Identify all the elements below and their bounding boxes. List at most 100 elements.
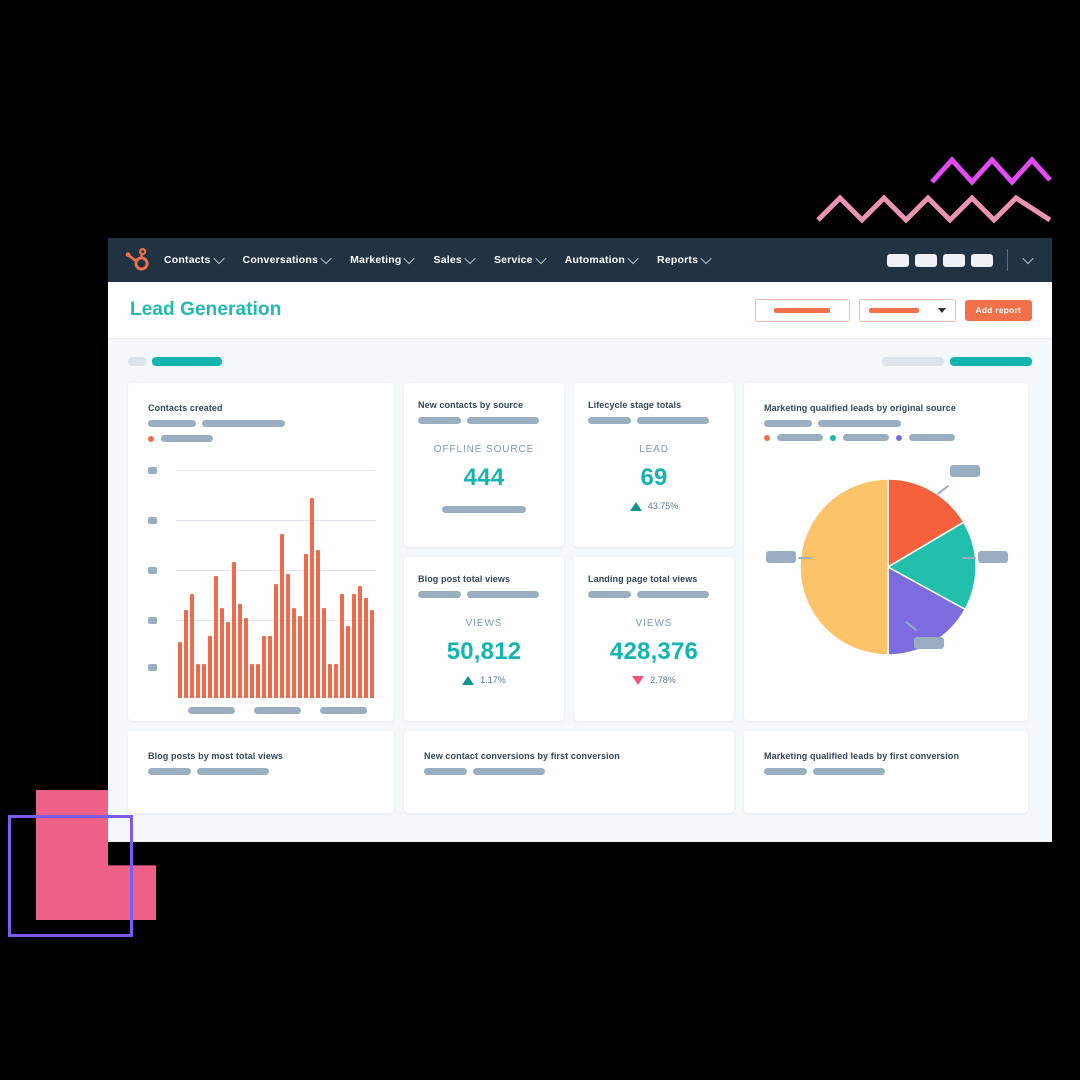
bar[interactable] bbox=[364, 598, 368, 698]
card-new-contact-conversions[interactable]: New contact conversions by first convers… bbox=[404, 731, 734, 813]
nav-item-label: Service bbox=[493, 254, 533, 266]
bar[interactable] bbox=[358, 586, 362, 698]
card-subtitle-skeletons bbox=[588, 417, 709, 424]
card-mql-by-first-conversion[interactable]: Marketing qualified leads by first conve… bbox=[744, 731, 1028, 813]
bar[interactable] bbox=[244, 618, 248, 698]
chevron-down-icon bbox=[320, 252, 332, 265]
bar[interactable] bbox=[226, 622, 230, 698]
bar[interactable] bbox=[238, 604, 242, 698]
pie-slice[interactable] bbox=[799, 478, 889, 656]
pie-chart[interactable] bbox=[764, 463, 1010, 693]
chevron-down-icon bbox=[464, 252, 476, 265]
card-landing-page-total-views[interactable]: Landing page total views VIEWS 428,376 2… bbox=[574, 557, 734, 721]
chevron-down-icon bbox=[627, 252, 639, 265]
pie-slice-label bbox=[950, 465, 980, 477]
card-new-contacts-by-source[interactable]: New contacts by source OFFLINE SOURCE 44… bbox=[404, 383, 564, 547]
pie-slice-label bbox=[914, 637, 944, 649]
nav-item-service[interactable]: Service bbox=[493, 252, 547, 266]
bar[interactable] bbox=[334, 664, 338, 698]
subtitle-skeleton bbox=[813, 768, 885, 775]
bar[interactable] bbox=[250, 664, 254, 698]
bar[interactable] bbox=[340, 594, 344, 698]
bar[interactable] bbox=[208, 636, 212, 698]
nav-item-marketing[interactable]: Marketing bbox=[350, 252, 416, 266]
card-title: Marketing qualified leads by first conve… bbox=[764, 751, 960, 761]
nav-action-chip-3[interactable] bbox=[943, 253, 965, 267]
stat-footer-skeleton bbox=[442, 506, 526, 513]
bar[interactable] bbox=[274, 584, 278, 698]
bar[interactable] bbox=[256, 664, 260, 698]
legend-dot-icon bbox=[896, 434, 902, 441]
legend-label-skeleton bbox=[777, 434, 823, 441]
bar[interactable] bbox=[184, 610, 188, 698]
chart-legend bbox=[148, 435, 376, 442]
bar[interactable] bbox=[346, 626, 350, 698]
bar[interactable] bbox=[310, 498, 314, 698]
bar[interactable] bbox=[352, 594, 356, 698]
header-actions: Add report bbox=[754, 298, 1032, 322]
bar[interactable] bbox=[220, 608, 224, 698]
bar[interactable] bbox=[322, 608, 326, 698]
nav-item-sales[interactable]: Sales bbox=[433, 252, 476, 266]
subtitle-skeleton bbox=[588, 417, 631, 424]
bar[interactable] bbox=[190, 594, 194, 698]
filter-dropdown[interactable] bbox=[858, 298, 956, 322]
nav-item-label: Contacts bbox=[164, 254, 211, 266]
nav-action-chip-4[interactable] bbox=[971, 253, 993, 267]
nav-item-automation[interactable]: Automation bbox=[564, 252, 639, 266]
bar[interactable] bbox=[178, 642, 182, 698]
hubspot-sprocket-logo[interactable] bbox=[124, 247, 150, 273]
card-title: Landing page total views bbox=[588, 574, 698, 584]
account-chevron-down-icon[interactable] bbox=[1022, 252, 1034, 265]
stat-label: VIEWS bbox=[465, 618, 503, 629]
nav-item-contacts[interactable]: Contacts bbox=[164, 252, 225, 266]
y-axis-tick-label bbox=[148, 517, 157, 524]
nav-item-label: Automation bbox=[564, 254, 626, 266]
filter-action-skeleton-teal[interactable] bbox=[950, 356, 1032, 366]
stat-delta: 1.17% bbox=[462, 675, 506, 685]
nav-item-conversations[interactable]: Conversations bbox=[243, 252, 332, 266]
card-title: Blog posts by most total views bbox=[148, 751, 284, 761]
card-blog-posts-by-most-total-views[interactable]: Blog posts by most total views bbox=[128, 731, 394, 813]
bar[interactable] bbox=[292, 608, 296, 698]
card-blog-post-total-views[interactable]: Blog post total views VIEWS 50,812 1.17% bbox=[404, 557, 564, 721]
nav-action-chip-1[interactable] bbox=[887, 253, 909, 267]
card-mql-by-original-source[interactable]: Marketing qualified leads by original so… bbox=[744, 383, 1028, 721]
add-report-button[interactable]: Add report bbox=[964, 299, 1032, 321]
stat-label: OFFLINE SOURCE bbox=[433, 444, 535, 455]
stat-delta-value: 1.17% bbox=[480, 675, 506, 685]
nav-action-chip-2[interactable] bbox=[915, 253, 937, 267]
card-subtitle-skeletons bbox=[764, 420, 1010, 427]
stat-value: 69 bbox=[640, 464, 668, 491]
subtitle-skeleton bbox=[148, 768, 191, 775]
filter-action-skeleton-grey[interactable] bbox=[882, 356, 944, 366]
y-axis-tick-label bbox=[148, 664, 157, 671]
card-title: New contact conversions by first convers… bbox=[424, 751, 620, 761]
card-contacts-created[interactable]: Contacts created bbox=[128, 383, 394, 721]
card-subtitle-skeletons bbox=[418, 417, 539, 424]
bar[interactable] bbox=[280, 534, 284, 698]
bar[interactable] bbox=[298, 616, 302, 698]
bar[interactable] bbox=[328, 664, 332, 698]
filter-skeleton-teal[interactable] bbox=[152, 356, 222, 366]
bar[interactable] bbox=[304, 554, 308, 698]
filter-button-primary[interactable] bbox=[754, 298, 850, 322]
bar-chart[interactable] bbox=[148, 467, 376, 698]
nav-right-actions bbox=[887, 249, 1038, 271]
bar[interactable] bbox=[196, 664, 200, 698]
bar[interactable] bbox=[232, 562, 236, 698]
card-lifecycle-stage-totals[interactable]: Lifecycle stage totals LEAD 69 43.75% bbox=[574, 383, 734, 547]
bar[interactable] bbox=[268, 636, 272, 698]
bar[interactable] bbox=[202, 664, 206, 698]
bar[interactable] bbox=[262, 636, 266, 698]
chevron-down-icon bbox=[937, 307, 946, 313]
nav-divider bbox=[1007, 249, 1008, 271]
bar[interactable] bbox=[286, 574, 290, 698]
nav-item-reports[interactable]: Reports bbox=[657, 252, 712, 266]
bar[interactable] bbox=[214, 576, 218, 698]
nav-item-label: Marketing bbox=[350, 254, 402, 266]
chevron-down-icon bbox=[403, 252, 416, 265]
bar[interactable] bbox=[316, 550, 320, 698]
bar[interactable] bbox=[370, 610, 374, 698]
filter-skeleton-grey[interactable] bbox=[128, 356, 146, 366]
